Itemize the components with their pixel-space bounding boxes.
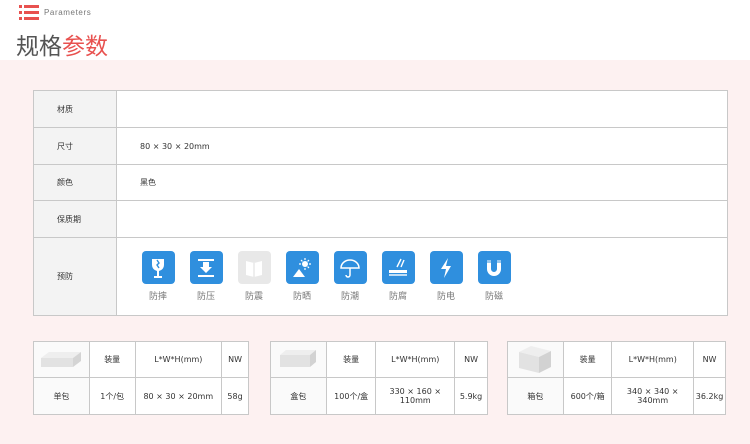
pack-header: 装量 <box>325 341 377 378</box>
prevention-item: 防震 <box>230 251 278 302</box>
pack-name: 盒包 <box>270 377 327 415</box>
pack-name: 单包 <box>33 377 90 415</box>
prevention-label: 防晒 <box>292 292 311 302</box>
pack-header: L*W*H(mm) <box>611 341 695 378</box>
carton-pack-image <box>519 345 552 373</box>
param-row-size: 尺寸 80 × 30 × 20mm <box>33 127 728 165</box>
pack-qty: 600个/箱 <box>562 377 613 415</box>
single-pack-image <box>41 351 82 367</box>
compression-icon <box>189 251 223 284</box>
prevention-label: 防磁 <box>484 292 503 302</box>
pack-header: NW <box>454 341 488 378</box>
pack-header: NW <box>221 341 249 378</box>
prevention-label: 防震 <box>244 292 263 302</box>
param-label: 预防 <box>33 237 117 316</box>
prevention-label: 防腐 <box>388 292 407 302</box>
section-title-main: 规格 <box>16 34 62 60</box>
prevention-label: 防摔 <box>148 292 167 302</box>
param-value: 80 × 30 × 20mm <box>116 127 728 165</box>
param-row-color: 颜色 黑色 <box>33 164 728 201</box>
list-icon <box>19 5 39 21</box>
prevention-label: 防压 <box>196 292 215 302</box>
pack-header: 装量 <box>88 341 136 378</box>
param-label: 保质期 <box>33 200 117 238</box>
pack-nw: 5.9kg <box>454 377 488 415</box>
pack-dims: 80 × 30 × 20mm <box>134 377 223 415</box>
packaging-single-table: 装量 L*W*H(mm) NW 单包 1个/包 80 × 30 × 20mm 5… <box>33 341 249 415</box>
pack-header: NW <box>693 341 726 378</box>
pack-header: L*W*H(mm) <box>375 341 456 378</box>
section-title-accent: 参数 <box>62 34 108 60</box>
param-value <box>116 200 728 238</box>
shock-icon <box>237 251 271 284</box>
packaging-box-table: 装量 L*W*H(mm) NW 盒包 100个/盒 330 × 160 × 11… <box>270 341 488 415</box>
umbrella-icon <box>333 251 367 284</box>
prevention-item: 防摔 <box>134 251 182 302</box>
prevention-label: 防潮 <box>340 292 359 302</box>
pack-nw: 36.2kg <box>693 377 726 415</box>
prevention-label: 防电 <box>436 292 455 302</box>
param-row-prevention: 预防 防摔 防压 防震 防晒 防潮 防腐 防电 防磁 <box>33 237 728 316</box>
fragile-icon <box>141 251 175 284</box>
lightning-icon <box>429 251 463 284</box>
pack-name: 箱包 <box>507 377 564 415</box>
param-row-material: 材质 <box>33 90 728 128</box>
pack-nw: 58g <box>221 377 249 415</box>
pack-header: 装量 <box>562 341 613 378</box>
pack-qty: 100个/盒 <box>325 377 377 415</box>
param-label: 材质 <box>33 90 117 128</box>
param-value: 黑色 <box>116 164 728 201</box>
prevention-icons: 防摔 防压 防震 防晒 防潮 防腐 防电 防磁 <box>134 251 727 302</box>
pack-header: L*W*H(mm) <box>134 341 223 378</box>
param-row-shelf-life: 保质期 <box>33 200 728 238</box>
magnet-icon <box>477 251 511 284</box>
parameters-table: 材质 尺寸 80 × 30 × 20mm 颜色 黑色 保质期 预防 防摔 防压 … <box>33 90 728 316</box>
box-pack-image <box>280 349 317 367</box>
param-value <box>116 90 728 128</box>
section-title-en: Parameters <box>44 8 92 17</box>
prevention-item: 防腐 <box>374 251 422 302</box>
param-label: 颜色 <box>33 164 117 201</box>
pack-dims: 340 × 340 × 340mm <box>611 377 695 415</box>
corrosion-icon <box>381 251 415 284</box>
prevention-item: 防磁 <box>470 251 518 302</box>
prevention-item: 防电 <box>422 251 470 302</box>
packaging-carton-table: 装量 L*W*H(mm) NW 箱包 600个/箱 340 × 340 × 34… <box>507 341 726 415</box>
prevention-item: 防潮 <box>326 251 374 302</box>
pack-dims: 330 × 160 × 110mm <box>375 377 456 415</box>
param-label: 尺寸 <box>33 127 117 165</box>
prevention-item: 防晒 <box>278 251 326 302</box>
pack-qty: 1个/包 <box>88 377 136 415</box>
prevention-item: 防压 <box>182 251 230 302</box>
sun-icon <box>285 251 319 284</box>
section-title: 规格参数 <box>16 27 108 61</box>
